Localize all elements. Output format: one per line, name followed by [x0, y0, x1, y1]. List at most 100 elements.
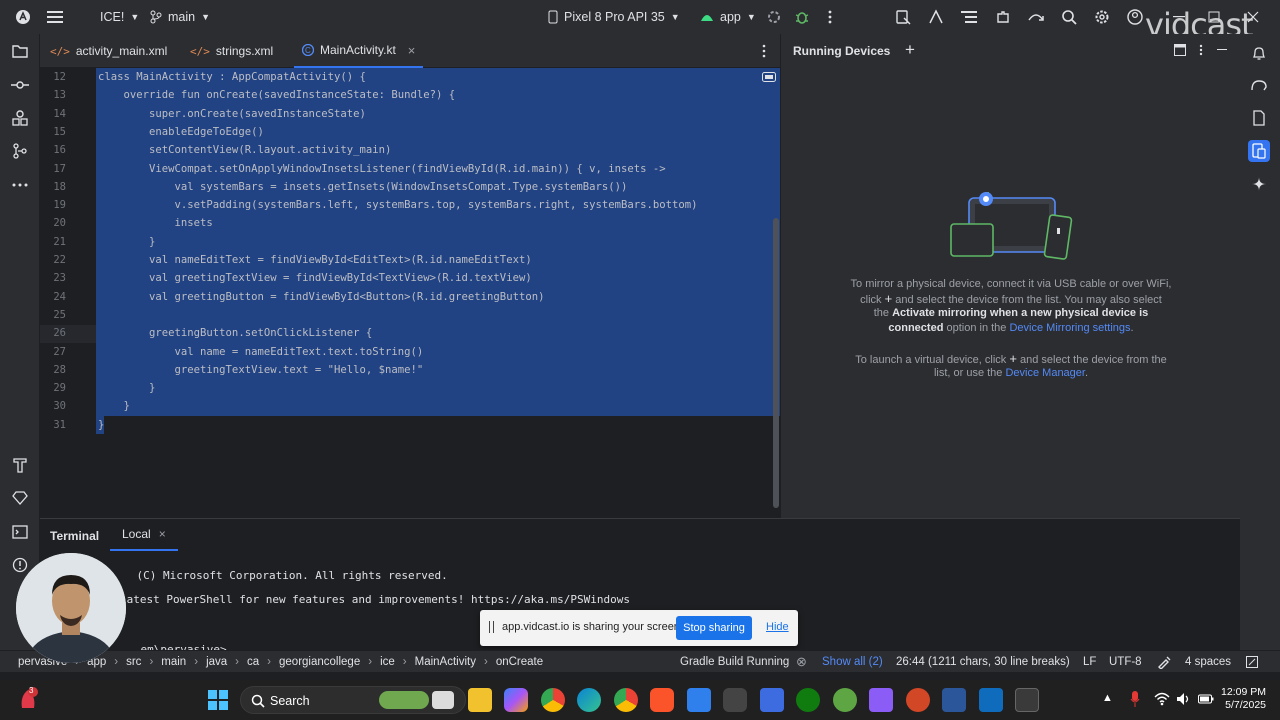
- xml-file-icon: </>: [50, 44, 70, 58]
- search-icon[interactable]: [1060, 8, 1078, 26]
- microsoft-store-icon[interactable]: [687, 688, 711, 712]
- tab-mainactivity-kt[interactable]: C MainActivity.kt ×: [294, 34, 424, 68]
- terminal-tab-local[interactable]: Local ×: [110, 519, 178, 551]
- vcs-icon[interactable]: [11, 142, 29, 160]
- run-config-selector[interactable]: app ▼: [700, 0, 756, 34]
- account-icon[interactable]: [1126, 8, 1144, 26]
- gradle-elephant-icon[interactable]: [1248, 74, 1270, 96]
- close-tab-icon[interactable]: ×: [408, 43, 416, 58]
- search-icon: [251, 694, 265, 708]
- device-explorer-icon[interactable]: [1248, 107, 1270, 129]
- app-icon[interactable]: [833, 688, 857, 712]
- breadcrumb-item[interactable]: main: [161, 656, 186, 668]
- settings-gear-icon[interactable]: [1093, 8, 1111, 26]
- breadcrumb-item[interactable]: ice: [380, 656, 395, 668]
- tab-strings-xml[interactable]: </> strings.xml: [182, 34, 281, 68]
- drag-handle-icon[interactable]: [489, 621, 494, 633]
- android-studio-logo-icon[interactable]: [14, 8, 32, 26]
- reader-mode-icon[interactable]: [762, 72, 776, 82]
- terminal-icon[interactable]: [11, 523, 29, 541]
- branch-selector[interactable]: main ▼: [150, 0, 210, 34]
- minimize-icon[interactable]: [1170, 8, 1188, 26]
- edge-icon[interactable]: [577, 688, 601, 712]
- problems-icon[interactable]: [11, 556, 29, 574]
- tab-options-icon[interactable]: [762, 44, 766, 58]
- screen-share-banner: app.vidcast.io is sharing your screen. S…: [480, 610, 798, 646]
- panel-layout-icon[interactable]: [1174, 44, 1186, 56]
- close-tab-icon[interactable]: ×: [159, 527, 166, 541]
- breadcrumb-item[interactable]: MainActivity: [415, 656, 476, 668]
- microphone-icon[interactable]: [1130, 690, 1140, 708]
- more-actions-icon[interactable]: [821, 8, 839, 26]
- breadcrumb-item[interactable]: java: [206, 656, 227, 668]
- gemini-sparkle-icon[interactable]: [1248, 173, 1270, 195]
- device-manager-icon[interactable]: [894, 8, 912, 26]
- sync-gradle-icon[interactable]: [1027, 8, 1045, 26]
- debug-icon[interactable]: [793, 8, 811, 26]
- file-explorer-icon[interactable]: [468, 688, 492, 712]
- code-style-icon[interactable]: [1157, 651, 1171, 673]
- volume-icon[interactable]: [1176, 692, 1192, 706]
- brave-icon[interactable]: [650, 688, 674, 712]
- cancel-task-icon[interactable]: ⊗: [796, 651, 807, 673]
- plugins-icon[interactable]: [994, 8, 1012, 26]
- more-tools-icon[interactable]: [11, 176, 29, 194]
- build-hammer-icon[interactable]: [11, 456, 29, 474]
- stop-sharing-button[interactable]: Stop sharing: [676, 616, 752, 640]
- caret-position[interactable]: 26:44 (1211 chars, 30 line breaks): [896, 651, 1070, 673]
- apply-changes-icon[interactable]: [765, 8, 783, 26]
- virtual-list-text: list, or use the: [933, 367, 1003, 379]
- device-manager-link[interactable]: Device Manager: [1005, 367, 1085, 379]
- structure-icon[interactable]: [960, 8, 978, 26]
- breadcrumb-item[interactable]: src: [126, 656, 141, 668]
- layout-inspector-icon[interactable]: [927, 8, 945, 26]
- xbox-icon[interactable]: [796, 688, 820, 712]
- main-menu-icon[interactable]: [46, 8, 64, 26]
- close-window-icon[interactable]: [1244, 8, 1262, 26]
- project-folder-icon[interactable]: [11, 42, 29, 60]
- read-only-toggle-icon[interactable]: [1246, 651, 1258, 673]
- hide-link[interactable]: Hide: [766, 621, 789, 633]
- breadcrumb-item[interactable]: ca: [247, 656, 259, 668]
- device-selector[interactable]: Pixel 8 Pro API 35 ▼: [548, 0, 680, 34]
- powerpoint-icon[interactable]: [906, 688, 930, 712]
- developer-tool-icon[interactable]: [760, 688, 784, 712]
- breadcrumb-item[interactable]: georgiancollege: [279, 656, 360, 668]
- app-icon[interactable]: [723, 688, 747, 712]
- chrome-icon[interactable]: [541, 688, 565, 712]
- copilot-icon[interactable]: [504, 688, 528, 712]
- device-mirroring-settings-link[interactable]: Device Mirroring settings: [1009, 322, 1130, 334]
- app-icon[interactable]: [979, 688, 1003, 712]
- maximize-icon[interactable]: [1205, 8, 1223, 26]
- background-task-status[interactable]: Gradle Build Running: [680, 651, 789, 673]
- app-quality-icon[interactable]: [11, 489, 29, 507]
- code-editor[interactable]: 12 class MainActivity : AppCompatActivity…: [40, 68, 780, 518]
- android-studio-taskbar-icon[interactable]: [1015, 688, 1039, 712]
- show-all-tasks-link[interactable]: Show all (2): [822, 651, 883, 673]
- wifi-icon[interactable]: [1154, 692, 1170, 706]
- panel-minimize-icon[interactable]: [1217, 49, 1227, 51]
- task-view-icon[interactable]: [432, 691, 454, 709]
- resource-manager-icon[interactable]: [11, 109, 29, 127]
- chevron-up-icon[interactable]: ▲: [1102, 692, 1113, 704]
- file-encoding[interactable]: UTF-8: [1109, 651, 1142, 673]
- panel-options-icon[interactable]: [1199, 44, 1203, 56]
- battery-icon[interactable]: [1198, 692, 1214, 706]
- line-separator[interactable]: LF: [1083, 651, 1096, 673]
- indent-setting[interactable]: 4 spaces: [1185, 651, 1231, 673]
- code-line: setContentView(R.layout.activity_main): [98, 144, 392, 157]
- add-device-plus-icon[interactable]: +: [905, 40, 915, 60]
- visual-studio-icon[interactable]: [869, 688, 893, 712]
- notifications-bell-icon[interactable]: [1248, 42, 1270, 64]
- running-devices-icon[interactable]: [1248, 140, 1270, 162]
- chrome-profile-icon[interactable]: [614, 688, 638, 712]
- clock[interactable]: 12:09 PM 5/7/2025: [1218, 686, 1266, 712]
- windows-start-icon[interactable]: [208, 690, 228, 710]
- project-selector[interactable]: ICE! ▼: [100, 0, 139, 34]
- breadcrumb-item[interactable]: onCreate: [496, 656, 543, 668]
- running-devices-panel: Running Devices + To mirror a physical d…: [780, 34, 1240, 518]
- commit-icon[interactable]: [11, 76, 29, 94]
- tab-activity-main-xml[interactable]: </> activity_main.xml: [42, 34, 175, 68]
- word-icon[interactable]: [942, 688, 966, 712]
- editor-scrollbar[interactable]: [773, 218, 779, 508]
